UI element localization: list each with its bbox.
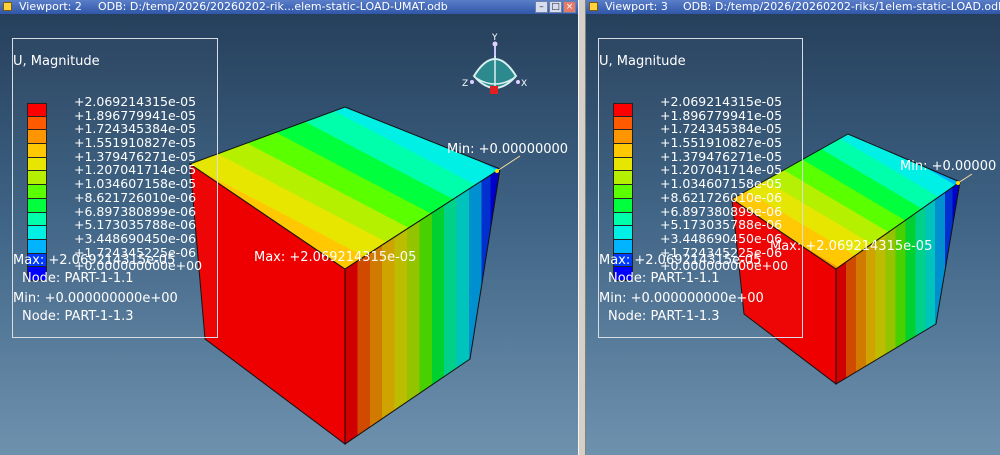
legend-title: U, Magnitude [599, 54, 686, 69]
legend-color-band [27, 226, 47, 240]
legend-value: +8.621726010e-06 [660, 189, 783, 205]
min-value-label: Min: +0.000000000e+00 [13, 291, 178, 306]
legend-color-band [27, 185, 47, 199]
minimize-button[interactable]: – [535, 1, 548, 13]
legend-value: +1.379476271e-05 [74, 148, 197, 164]
legend-color-band [27, 212, 47, 227]
min-overlay-label: Min: +0.00000000 [447, 142, 569, 157]
triad-z-label: Z [462, 79, 468, 89]
legend-value: +5.173035788e-06 [660, 217, 783, 233]
legend-color-band [27, 239, 47, 254]
legend-value: +1.724345384e-05 [660, 121, 783, 137]
legend-value: +6.897380899e-06 [660, 203, 783, 219]
legend-value: +1.724345384e-05 [74, 121, 197, 137]
legend-value: +1.379476271e-05 [660, 148, 783, 164]
close-button[interactable]: × [563, 1, 576, 13]
max-value-label: Max: +2.069214315e-05 [599, 253, 762, 268]
legend-color-band [613, 198, 633, 213]
legend-color-band [613, 130, 633, 145]
min-value-label: Min: +0.000000000e+00 [599, 291, 764, 306]
legend-color-band [27, 116, 47, 131]
legend-value: +1.551910827e-05 [660, 135, 783, 151]
viewport-title: Viewport: 3 [605, 0, 668, 13]
legend-color-band [613, 226, 633, 240]
viewport-canvas[interactable]: Y Z X U, Magnitude +2.069214315e-05 +1.89… [0, 14, 578, 455]
legend-value: +5.173035788e-06 [74, 217, 197, 233]
max-node-label: Node: PART-1-1.1 [22, 271, 134, 286]
legend-color-band [27, 157, 47, 172]
max-overlay-label: Max: +2.069214315e-05 [254, 250, 417, 265]
viewport-title-bar[interactable]: Viewport: 3 ODB: D:/temp/2026/20260202-r… [586, 0, 1000, 14]
contour-legend[interactable]: U, Magnitude +2.069214315e-05 +1.89677994… [12, 38, 218, 338]
legend-color-band [613, 185, 633, 199]
legend-title: U, Magnitude [13, 54, 100, 69]
legend-value: +2.069214315e-05 [660, 94, 783, 109]
legend-color-band [27, 103, 47, 117]
odb-path: ODB: D:/temp/2026/20260202-riks/1elem-st… [683, 0, 1000, 13]
legend-color-band [613, 239, 633, 254]
legend-color-band [27, 130, 47, 145]
legend-color-band [27, 198, 47, 213]
legend-value: +1.034607158e-05 [660, 176, 783, 192]
legend-color-band [613, 157, 633, 172]
legend-value: +8.621726010e-06 [74, 189, 197, 205]
viewport-divider [578, 0, 586, 455]
legend-value: +1.034607158e-05 [74, 176, 197, 192]
min-node-label: Node: PART-1-1.3 [22, 309, 134, 324]
legend-value: +3.448690450e-06 [660, 230, 783, 246]
max-value-label: Max: +2.069214315e-05 [13, 253, 176, 268]
viewport-title: Viewport: 2 [19, 0, 82, 13]
legend-color-band [613, 103, 633, 117]
min-node-label: Node: PART-1-1.3 [608, 309, 720, 324]
legend-value: +3.448690450e-06 [74, 230, 197, 246]
odb-path: ODB: D:/temp/2026/20260202-rik...elem-st… [98, 0, 448, 13]
legend-values: +2.069214315e-05 +1.896779941e-05 +1.72434… [660, 95, 788, 273]
legend-color-band [613, 144, 633, 158]
viewport-canvas[interactable]: U, Magnitude +2.069214315e-05 +1.89677994… [586, 14, 1000, 455]
viewport-icon [589, 2, 598, 11]
triad-x-label: X [521, 79, 527, 89]
viewport-icon [3, 2, 12, 11]
viewport-title-bar[interactable]: Viewport: 2 ODB: D:/temp/2026/20260202-r… [0, 0, 578, 14]
legend-value: +1.207041714e-05 [660, 162, 783, 178]
viewport-2[interactable]: Viewport: 2 ODB: D:/temp/2026/20260202-r… [0, 0, 578, 455]
viewport-3[interactable]: Viewport: 3 ODB: D:/temp/2026/20260202-r… [586, 0, 1000, 455]
max-overlay-label: Max: +2.069214315e-05 [770, 239, 933, 254]
legend-color-band [27, 171, 47, 186]
legend-value: +6.897380899e-06 [74, 203, 197, 219]
legend-color-band [613, 212, 633, 227]
legend-values: +2.069214315e-05 +1.896779941e-05 +1.72434… [74, 95, 202, 273]
min-overlay-label: Min: +0.00000 [900, 159, 997, 174]
max-node-label: Node: PART-1-1.1 [608, 271, 720, 286]
maximize-button[interactable]: □ [549, 1, 562, 13]
legend-value: +1.896779941e-05 [74, 107, 197, 123]
legend-color-band [613, 171, 633, 186]
legend-value: +1.207041714e-05 [74, 162, 197, 178]
legend-value: +2.069214315e-05 [74, 94, 197, 109]
legend-value: +1.896779941e-05 [660, 107, 783, 123]
contour-legend[interactable]: U, Magnitude +2.069214315e-05 +1.89677994… [598, 38, 803, 338]
legend-color-band [27, 144, 47, 158]
triad-y-label: Y [491, 33, 498, 43]
legend-value: +1.551910827e-05 [74, 135, 197, 151]
view-triad-icon: Y Z X [462, 33, 527, 94]
legend-color-band [613, 116, 633, 131]
